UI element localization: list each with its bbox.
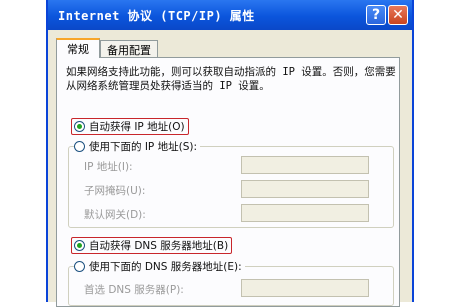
auto-ip-radio[interactable] xyxy=(74,120,85,132)
auto-dns-radio[interactable] xyxy=(74,239,85,251)
manual-dns-option[interactable]: 使用下面的 DNS 服务器地址(E): xyxy=(74,258,245,274)
manual-dns-radio[interactable] xyxy=(74,260,85,272)
manual-ip-option[interactable]: 使用下面的 IP 地址(S): xyxy=(74,138,200,154)
tab-alternate-config-label: 备用配置 xyxy=(107,43,151,57)
ip-address-field[interactable] xyxy=(241,156,369,174)
ip-address-label: IP 地址(I): xyxy=(84,161,133,173)
auto-ip-label: 自动获得 IP 地址(O) xyxy=(89,120,185,133)
auto-dns-label: 自动获得 DNS 服务器地址(B) xyxy=(89,239,229,252)
auto-ip-highlight: 自动获得 IP 地址(O) xyxy=(71,117,189,135)
default-gateway-label: 默认网关(D): xyxy=(84,209,146,221)
auto-ip-option[interactable]: 自动获得 IP 地址(O) xyxy=(71,117,189,135)
tab-general-label: 常规 xyxy=(67,43,89,56)
tab-alternate-config[interactable]: 备用配置 xyxy=(100,40,158,58)
dialog-content: 常规 备用配置 如果网络支持此功能，则可以获取自动指派的 IP 设置。否则，您需… xyxy=(46,0,414,307)
tab-general[interactable]: 常规 xyxy=(56,38,100,58)
preferred-dns-label: 首选 DNS 服务器(P): xyxy=(84,284,184,296)
subnet-mask-field[interactable] xyxy=(241,180,369,198)
manual-dns-label: 使用下面的 DNS 服务器地址(E): xyxy=(89,260,242,273)
description-text: 如果网络支持此功能，则可以获取自动指派的 IP 设置。否则，您需要从网络系统管理… xyxy=(66,66,396,92)
manual-ip-label: 使用下面的 IP 地址(S): xyxy=(89,140,197,153)
auto-dns-highlight: 自动获得 DNS 服务器地址(B) xyxy=(71,236,233,254)
manual-ip-radio[interactable] xyxy=(74,140,85,152)
default-gateway-field[interactable] xyxy=(241,204,369,222)
preferred-dns-field[interactable] xyxy=(241,279,369,297)
auto-dns-option[interactable]: 自动获得 DNS 服务器地址(B) xyxy=(71,236,233,254)
subnet-mask-label: 子网掩码(U): xyxy=(84,185,146,197)
